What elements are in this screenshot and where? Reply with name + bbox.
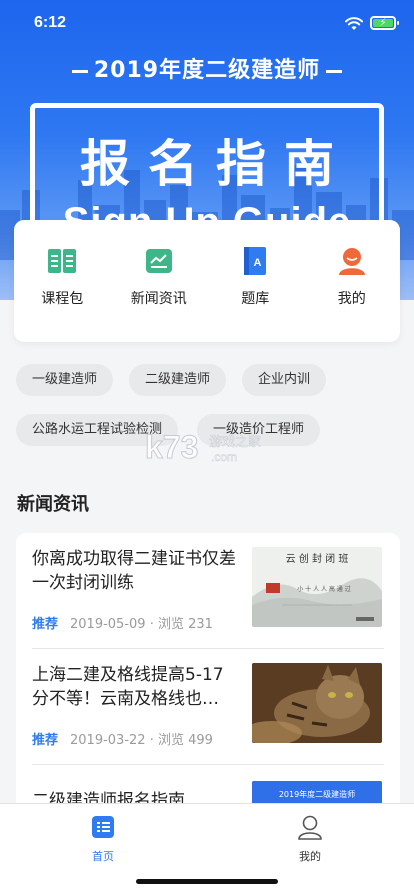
news-recommend-tag: 推荐 bbox=[32, 617, 59, 632]
quick-nav-label: 课程包 bbox=[41, 291, 84, 307]
tag-highway-testing[interactable]: 公路水运工程试验检测 bbox=[16, 414, 179, 446]
tab-mine[interactable]: 我的 bbox=[270, 814, 350, 864]
quick-nav-question-bank[interactable]: A 题库 bbox=[207, 220, 304, 342]
quick-nav-mine[interactable]: 我的 bbox=[304, 220, 401, 342]
tag-cost-engineer[interactable]: 一级造价工程师 bbox=[197, 414, 321, 446]
thumb-banner-title: 2019年度二级建造师 bbox=[279, 789, 355, 799]
banner-title: 2019年度二级建造师 bbox=[0, 52, 414, 84]
news-meta: 推荐 2019-05-09 · 浏览 231 bbox=[32, 617, 213, 632]
news-title: 上海二建及格线提高5-17分不等！云南及格线也… bbox=[32, 665, 224, 709]
guide-title-cn: 报名指南 bbox=[80, 135, 352, 193]
quick-nav-card: 课程包 新闻资讯 A 题库 我的 bbox=[14, 220, 400, 342]
home-indicator bbox=[136, 879, 278, 884]
news-item[interactable]: 你离成功取得二建证书仅差一次封闭训练 推荐 2019-05-09 · 浏览 231… bbox=[16, 533, 400, 649]
news-title: 你离成功取得二建证书仅差一次封闭训练 bbox=[32, 549, 236, 593]
book-icon bbox=[48, 249, 77, 273]
tab-home[interactable]: 首页 bbox=[63, 814, 143, 864]
quick-nav-label: 新闻资讯 bbox=[130, 291, 187, 307]
user-icon bbox=[338, 248, 365, 275]
question-bank-icon: A bbox=[244, 247, 267, 275]
news-date: 2019-03-22 bbox=[70, 733, 146, 748]
news-section-title: 新闻资讯 bbox=[17, 494, 89, 515]
thumb-heading: 云 创 封 闭 班 bbox=[286, 552, 349, 565]
news-thumbnail-cat-photo bbox=[252, 663, 382, 743]
news-icon bbox=[145, 249, 172, 273]
svg-text:A: A bbox=[254, 257, 262, 269]
home-icon bbox=[92, 816, 114, 838]
wifi-icon bbox=[345, 17, 363, 30]
news-list: 你离成功取得二建证书仅差一次封闭训练 推荐 2019-05-09 · 浏览 231… bbox=[16, 533, 400, 823]
news-item[interactable]: 上海二建及格线提高5-17分不等！云南及格线也… 推荐 2019-03-22 · … bbox=[16, 649, 400, 765]
tag-enterprise-training[interactable]: 企业内训 bbox=[242, 364, 327, 396]
tab-label: 首页 bbox=[92, 850, 114, 863]
tab-label: 我的 bbox=[299, 850, 321, 863]
tag-first-class-constructor[interactable]: 一级建造师 bbox=[16, 364, 114, 396]
quick-nav-label: 题库 bbox=[241, 291, 270, 307]
quick-nav-course-package[interactable]: 课程包 bbox=[14, 220, 111, 342]
thumb-caption: 小 十 人 人 高 通 过 bbox=[297, 585, 350, 593]
svg-text:.com: .com bbox=[211, 450, 237, 464]
news-views: 浏览 231 bbox=[157, 617, 213, 632]
news-thumbnail: 云 创 封 闭 班 小 十 人 人 高 通 过 bbox=[252, 547, 382, 627]
status-time: 6:12 bbox=[34, 14, 67, 31]
news-meta: 推荐 2019-03-22 · 浏览 499 bbox=[32, 733, 213, 748]
status-bar: 6:12 ⚡ bbox=[0, 0, 414, 44]
news-views: 浏览 499 bbox=[157, 733, 213, 748]
profile-icon bbox=[298, 815, 322, 840]
news-recommend-tag: 推荐 bbox=[32, 733, 59, 748]
quick-nav-label: 我的 bbox=[337, 291, 366, 307]
quick-nav-news[interactable]: 新闻资讯 bbox=[111, 220, 208, 342]
battery-charging-icon: ⚡ bbox=[370, 16, 399, 30]
tag-second-class-constructor[interactable]: 二级建造师 bbox=[129, 364, 227, 396]
news-date: 2019-05-09 bbox=[70, 617, 146, 632]
